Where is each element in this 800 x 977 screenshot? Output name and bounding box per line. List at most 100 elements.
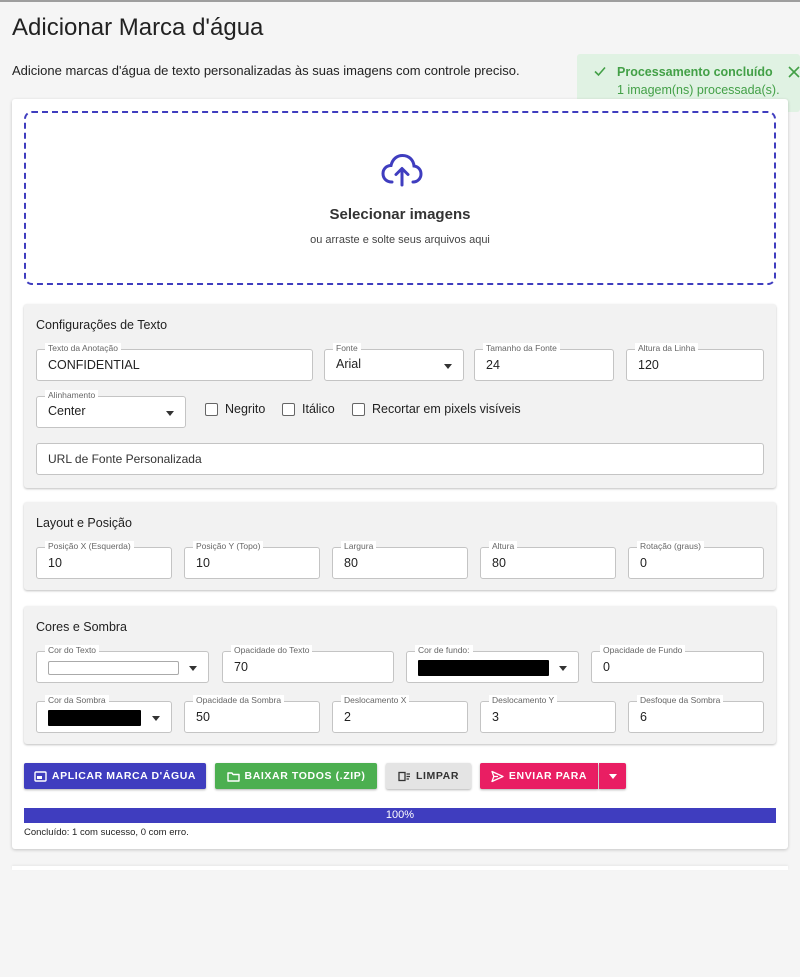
progress-bar: 100% xyxy=(24,808,776,823)
checkbox-label: Negrito xyxy=(225,402,266,416)
text-opacity-input[interactable]: Opacidade do Texto 70 xyxy=(222,645,394,683)
alignment-select[interactable]: Alinhamento Center xyxy=(36,390,186,428)
chevron-down-icon xyxy=(608,773,617,779)
position-y-input[interactable]: Posição Y (Topo) 10 xyxy=(184,541,320,579)
section-title: Layout e Posição xyxy=(36,516,132,530)
width-input[interactable]: Largura 80 xyxy=(332,541,468,579)
field-value: 50 xyxy=(196,710,210,724)
font-select[interactable]: Fonte Arial xyxy=(324,343,464,381)
field-value: 10 xyxy=(48,556,62,570)
background-color-picker[interactable]: Cor de fundo: xyxy=(406,645,579,683)
field-value: 0 xyxy=(603,660,610,674)
toast-title: Processamento concluído xyxy=(617,65,773,79)
field-value: 70 xyxy=(234,660,248,674)
field-value: 80 xyxy=(492,556,506,570)
field-placeholder: URL de Fonte Personalizada xyxy=(48,452,202,466)
secondary-card xyxy=(12,866,788,870)
checkbox-label: Recortar em pixels visíveis xyxy=(372,402,521,416)
page-description: Adicione marcas d'água de texto personal… xyxy=(12,63,520,78)
field-label: Deslocamento Y xyxy=(489,695,558,706)
field-value: 3 xyxy=(492,710,499,724)
send-to-dropdown-button[interactable] xyxy=(599,763,626,789)
chevron-down-icon xyxy=(152,716,160,721)
field-label: Cor do Texto xyxy=(45,645,100,656)
italic-checkbox[interactable]: Itálico xyxy=(282,402,335,416)
field-label: Alinhamento xyxy=(45,390,99,401)
text-color-picker[interactable]: Cor do Texto xyxy=(36,645,209,683)
height-input[interactable]: Altura 80 xyxy=(480,541,616,579)
download-zip-button[interactable]: BAIXAR TODOS (.ZIP) xyxy=(215,763,377,789)
offset-x-input[interactable]: Deslocamento X 2 xyxy=(332,695,468,733)
field-value: 0 xyxy=(640,556,647,570)
field-label: Opacidade de Fundo xyxy=(600,645,686,656)
annotation-text-input[interactable]: Texto da Anotação CONFIDENTIAL xyxy=(36,343,313,381)
main-card: Selecionar imagens ou arraste e solte se… xyxy=(12,99,788,849)
shadow-opacity-input[interactable]: Opacidade da Sombra 50 xyxy=(184,695,320,733)
chevron-down-icon xyxy=(166,411,174,416)
chevron-down-icon xyxy=(444,364,452,369)
field-label: Opacidade da Sombra xyxy=(193,695,285,706)
field-label: Cor da Sombra xyxy=(45,695,109,706)
offset-y-input[interactable]: Deslocamento Y 3 xyxy=(480,695,616,733)
folder-icon xyxy=(226,771,240,782)
dropzone-title: Selecionar imagens xyxy=(329,206,471,223)
button-label: BAIXAR TODOS (.ZIP) xyxy=(244,770,366,782)
field-value: 6 xyxy=(640,710,647,724)
field-label: Altura da Linha xyxy=(635,343,699,354)
page-title: Adicionar Marca d'água xyxy=(12,14,264,41)
image-dropzone[interactable]: Selecionar imagens ou arraste e solte se… xyxy=(24,111,776,285)
field-value: Arial xyxy=(336,357,362,371)
shadow-color-picker[interactable]: Cor da Sombra xyxy=(36,695,172,733)
custom-font-url-input[interactable]: URL de Fonte Personalizada xyxy=(36,443,764,475)
field-label: Desfoque da Sombra xyxy=(637,695,724,706)
field-label: Tamanho da Fonte xyxy=(483,343,560,354)
field-label: Opacidade do Texto xyxy=(231,645,313,656)
apply-watermark-button[interactable]: APLICAR MARCA D'ÁGUA xyxy=(24,763,206,789)
field-label: Deslocamento X xyxy=(341,695,410,706)
position-x-input[interactable]: Posição X (Esquerda) 10 xyxy=(36,541,172,579)
color-swatch xyxy=(48,661,179,675)
crop-visible-checkbox[interactable]: Recortar em pixels visíveis xyxy=(352,402,521,416)
field-label: Texto da Anotação xyxy=(45,343,121,354)
checkbox-box[interactable] xyxy=(352,402,365,416)
button-label: APLICAR MARCA D'ÁGUA xyxy=(51,770,197,782)
watermark-icon xyxy=(34,770,47,782)
chevron-down-icon xyxy=(559,666,567,671)
section-title: Configurações de Texto xyxy=(36,318,168,332)
shadow-blur-input[interactable]: Desfoque da Sombra 6 xyxy=(628,695,764,733)
field-value: 120 xyxy=(638,358,659,372)
progress-label: 100% xyxy=(385,809,415,821)
field-label: Cor de fundo: xyxy=(415,645,473,656)
font-size-input[interactable]: Tamanho da Fonte 24 xyxy=(474,343,614,381)
rotation-input[interactable]: Rotação (graus) 0 xyxy=(628,541,764,579)
layout-section: Layout e Posição Posição X (Esquerda) 10… xyxy=(24,502,776,590)
background-opacity-input[interactable]: Opacidade de Fundo 0 xyxy=(591,645,764,683)
field-label: Fonte xyxy=(333,343,361,354)
color-swatch xyxy=(418,660,549,676)
bold-checkbox[interactable]: Negrito xyxy=(205,402,265,416)
clear-icon xyxy=(398,771,410,781)
chevron-down-icon xyxy=(189,666,197,671)
status-text: Concluído: 1 com sucesso, 0 com erro. xyxy=(24,827,189,838)
field-value: CONFIDENTIAL xyxy=(48,358,140,372)
field-value: Center xyxy=(48,404,86,418)
close-icon[interactable] xyxy=(787,65,800,79)
cloud-upload-icon xyxy=(381,153,423,187)
send-to-button[interactable]: ENVIAR PARA xyxy=(480,763,598,789)
checkbox-box[interactable] xyxy=(205,402,218,416)
clear-button[interactable]: LIMPAR xyxy=(386,763,471,789)
field-value: 80 xyxy=(344,556,358,570)
color-swatch xyxy=(48,710,141,726)
send-icon xyxy=(491,770,504,782)
check-icon xyxy=(594,66,606,77)
field-value: 10 xyxy=(196,556,210,570)
line-height-input[interactable]: Altura da Linha 120 xyxy=(626,343,764,381)
colors-shadow-section: Cores e Sombra Cor do Texto Opacidade do… xyxy=(24,606,776,744)
toast-message: 1 imagem(ns) processada(s). xyxy=(617,83,780,97)
checkbox-label: Itálico xyxy=(302,402,335,416)
dropzone-subtitle: ou arraste e solte seus arquivos aqui xyxy=(310,234,490,246)
field-label: Posição Y (Topo) xyxy=(193,541,264,552)
field-value: 2 xyxy=(344,710,351,724)
button-label: ENVIAR PARA xyxy=(508,770,588,782)
checkbox-box[interactable] xyxy=(282,402,295,416)
